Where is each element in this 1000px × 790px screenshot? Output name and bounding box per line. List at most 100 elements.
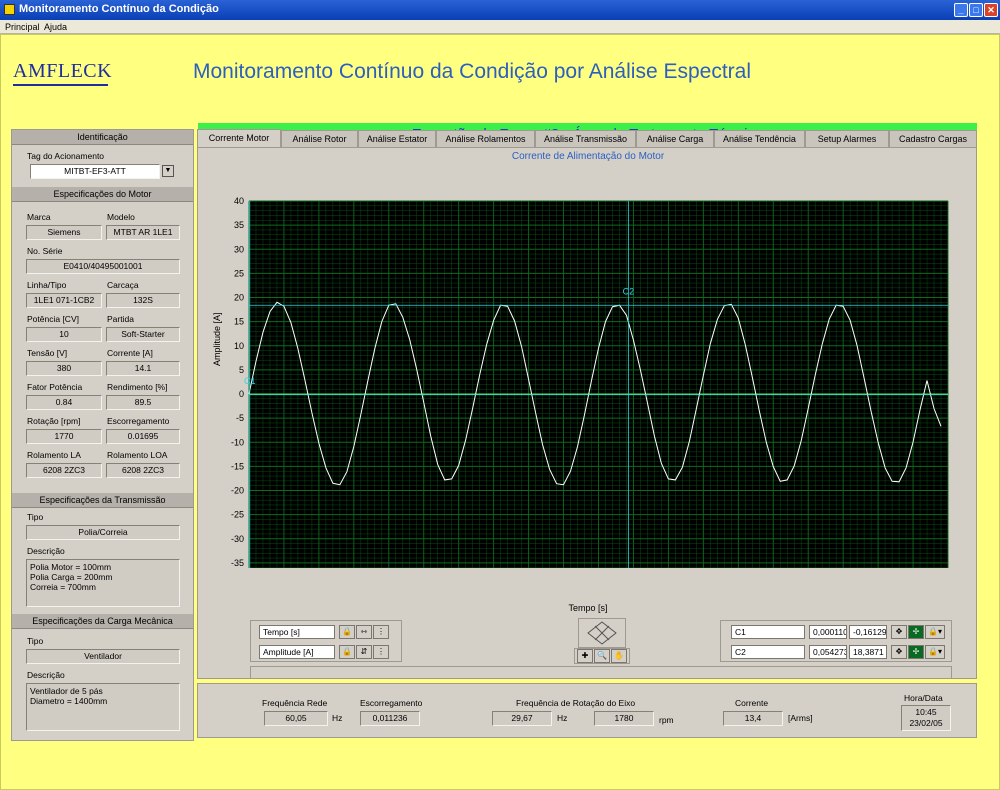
brand-logo: AMFLECK <box>13 60 113 82</box>
tag-select[interactable]: MITBT-EF3-ATT <box>30 164 160 179</box>
c1-move-icon[interactable]: ✥ <box>891 625 907 639</box>
y-tick-label: 20 <box>234 293 244 303</box>
carcaca-label: Carcaça <box>107 280 139 290</box>
carga-tipo-value: Ventilador <box>26 649 180 664</box>
hora-value: 10:45 <box>915 707 937 717</box>
freq-rede-unit: Hz <box>332 713 343 723</box>
trans-tipo-value: Polia/Correia <box>26 525 180 540</box>
y-tick-label: 15 <box>234 317 244 327</box>
fator-value: 0.84 <box>26 395 102 410</box>
cursor-c1-x[interactable]: 0,000110 <box>809 625 847 639</box>
trans-desc-line: Polia Motor = 100mm <box>30 562 112 572</box>
y-axis-name-field[interactable]: Amplitude [A] <box>259 645 335 659</box>
x-lock-icon[interactable]: 🔒 <box>339 625 355 639</box>
tab-cadastro-cargas[interactable]: Cadastro Cargas <box>889 130 977 147</box>
rolamento-la-label: Rolamento LA <box>27 450 81 460</box>
modelo-value: MTBT AR 1LE1 <box>106 225 180 240</box>
rot-hz-value: 29,67 <box>492 711 552 726</box>
graph-tools-palette: ✚ 🔍 ✋ <box>574 648 630 664</box>
c2-lock-menu-icon[interactable]: 🔒▾ <box>925 645 945 659</box>
section-motor: Especificações do Motor <box>12 187 193 202</box>
escorr-value: 0,011236 <box>360 711 420 726</box>
partida-value: Soft-Starter <box>106 327 180 342</box>
pan-hand-icon[interactable]: ✋ <box>611 649 627 663</box>
hora-data-value: 10:45 23/02/05 <box>901 705 951 731</box>
c2-move-icon[interactable]: ✥ <box>891 645 907 659</box>
y-tick-label: 40 <box>234 196 244 206</box>
trans-tipo-label: Tipo <box>27 512 44 522</box>
x-format-icon[interactable]: ⋮ <box>373 625 389 639</box>
trans-desc-value: Polia Motor = 100mm Polia Carga = 200mm … <box>26 559 180 607</box>
maximize-button[interactable]: □ <box>969 3 983 17</box>
cursor-c2-name[interactable]: C2 <box>731 645 805 659</box>
zoom-tool-icon[interactable]: 🔍 <box>594 649 610 663</box>
c2-style-icon[interactable]: ✢ <box>908 645 924 659</box>
menu-bar: Principal Ajuda <box>0 20 1000 34</box>
current-chart[interactable]: 4035302520151050-5-10-15-20-25-30-35-400… <box>198 148 958 568</box>
rendimento-label: Rendimento [%] <box>107 382 168 392</box>
trans-desc-label: Descrição <box>27 546 65 556</box>
potencia-label: Potência [CV] <box>27 314 79 324</box>
tab-analise-transmissao[interactable]: Análise Transmissão <box>535 130 636 147</box>
corrente-status-unit: [Arms] <box>788 713 813 723</box>
page-title: Monitoramento Contínuo da Condição por A… <box>193 60 751 83</box>
partida-label: Partida <box>107 314 134 324</box>
cursor-c1-name[interactable]: C1 <box>731 625 805 639</box>
logo-underline <box>13 84 108 86</box>
rolamento-loa-label: Rolamento LOA <box>107 450 168 460</box>
cursor-move-pad[interactable] <box>578 618 626 648</box>
carcaca-value: 132S <box>106 293 180 308</box>
corrente-status-value: 13,4 <box>723 711 783 726</box>
cursor-c2-y[interactable]: 18,3871 <box>849 645 887 659</box>
escorregamento-value: 0.01695 <box>106 429 180 444</box>
tab-corrente-motor[interactable]: Corrente Motor <box>197 129 281 147</box>
data-value: 23/02/05 <box>909 718 943 728</box>
cursor-c1-y[interactable]: -0,16129 <box>849 625 887 639</box>
window-titlebar: Monitoramento Contínuo da Condição _ □ ✕ <box>0 0 1000 20</box>
rot-hz-unit: Hz <box>557 713 568 723</box>
trans-desc-line: Correia = 700mm <box>30 582 96 592</box>
carga-desc-line: Ventilador de 5 pás <box>30 686 103 696</box>
tag-dropdown-arrow-icon[interactable]: ▼ <box>162 165 174 177</box>
tab-panel-corrente-motor: Corrente de Alimentação do Motor Amplitu… <box>197 147 977 679</box>
tag-label: Tag do Acionamento <box>27 151 105 161</box>
marca-value: Siemens <box>26 225 102 240</box>
x-axis-name-field[interactable]: Tempo [s] <box>259 625 335 639</box>
corrente-status-label: Corrente <box>735 698 769 708</box>
tab-analise-rotor[interactable]: Análise Rotor <box>281 130 358 147</box>
y-tick-label: 35 <box>234 220 244 230</box>
menu-principal[interactable]: Principal <box>5 22 40 32</box>
x-autoscale-icon[interactable]: ⇿ <box>356 625 372 639</box>
tab-analise-tendencia[interactable]: Análise Tendência <box>714 130 805 147</box>
c1-style-icon[interactable]: ✢ <box>908 625 924 639</box>
y-tick-label: -30 <box>231 534 244 544</box>
cursor-c2-x[interactable]: 0,054273 <box>809 645 847 659</box>
c1-lock-menu-icon[interactable]: 🔒▾ <box>925 625 945 639</box>
linha-label: Linha/Tipo <box>27 280 67 290</box>
tab-setup-alarmes[interactable]: Setup Alarmes <box>805 130 889 147</box>
y-tick-label: 30 <box>234 244 244 254</box>
close-button[interactable]: ✕ <box>984 3 998 17</box>
tensao-label: Tensão [V] <box>27 348 68 358</box>
menu-ajuda[interactable]: Ajuda <box>44 22 67 32</box>
tab-analise-carga[interactable]: Análise Carga <box>636 130 714 147</box>
tab-analise-rolamentos[interactable]: Análise Rolamentos <box>436 130 535 147</box>
y-lock-icon[interactable]: 🔒 <box>339 645 355 659</box>
chart-footer-bar <box>250 666 952 678</box>
crosshair-tool-icon[interactable]: ✚ <box>577 649 593 663</box>
y-tick-label: -5 <box>236 413 244 423</box>
carga-desc-value: Ventilador de 5 pás Diametro = 1400mm <box>26 683 180 731</box>
tab-analise-estator[interactable]: Análise Estator <box>358 130 436 147</box>
status-panel: Frequência Rede 60,05 Hz Escorregamento … <box>197 683 977 738</box>
y-tick-label: -25 <box>231 510 244 520</box>
minimize-button[interactable]: _ <box>954 3 968 17</box>
rotacao-value: 1770 <box>26 429 102 444</box>
y-format-icon[interactable]: ⋮ <box>373 645 389 659</box>
rolamento-loa-value: 6208 2ZC3 <box>106 463 180 478</box>
escorr-label: Escorregamento <box>360 698 423 708</box>
carga-desc-line: Diametro = 1400mm <box>30 696 108 706</box>
rendimento-value: 89.5 <box>106 395 180 410</box>
window-title: Monitoramento Contínuo da Condição <box>19 3 219 15</box>
y-autoscale-icon[interactable]: ⇵ <box>356 645 372 659</box>
freq-rede-value: 60,05 <box>264 711 328 726</box>
